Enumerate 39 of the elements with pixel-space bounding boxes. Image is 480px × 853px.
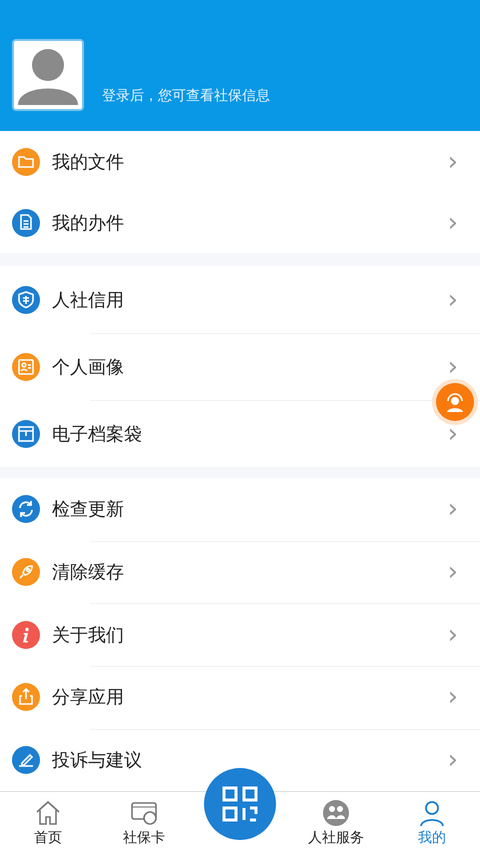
chevron-icon: › [448,354,458,380]
qr-code-icon [222,786,258,822]
nav-tab[interactable]: 我的 [384,792,480,853]
menu-item[interactable]: 人社信用 › [0,266,480,334]
portrait-icon [12,352,40,381]
home-icon [34,799,62,827]
chevron-icon: › [448,746,458,773]
nav-tab[interactable]: 首页 [0,792,96,853]
chevron-icon: › [448,684,458,710]
rocket-icon [12,558,40,586]
chevron-icon: › [448,559,458,586]
chevron-icon: › [448,420,458,447]
menu-item[interactable]: 个人画像 › [0,333,480,400]
customer-service-button[interactable] [436,383,474,421]
nav-tab[interactable]: 人社服务 [288,792,384,853]
folder-icon [12,148,40,176]
people-icon [322,799,350,827]
refresh-icon [12,495,40,524]
chevron-icon: › [448,622,458,648]
card-icon [130,799,158,827]
chevron-icon: › [448,148,458,175]
menu-item[interactable]: 分享应用 › [0,666,480,729]
menu-item[interactable]: 关于我们 › [0,603,480,666]
chevron-icon: › [448,210,458,236]
person-icon [418,799,446,827]
nav-tab[interactable]: 社保卡 [96,792,192,853]
menu-item[interactable]: 我的文件 › [0,131,480,192]
archive-icon [12,420,40,448]
info-icon [12,620,40,649]
menu-item[interactable]: 检查更新 › [0,478,480,541]
menu-item[interactable]: 投诉与建议 › [0,728,480,792]
feedback-icon [12,746,40,774]
share-icon [12,683,40,712]
menu-item[interactable]: 我的办件 › [0,192,480,254]
chevron-icon: › [448,496,458,522]
chevron-icon: › [448,286,458,313]
shield-icon [12,286,40,314]
document-icon [12,208,40,237]
menu-item[interactable]: 清除缓存 › [0,540,480,604]
